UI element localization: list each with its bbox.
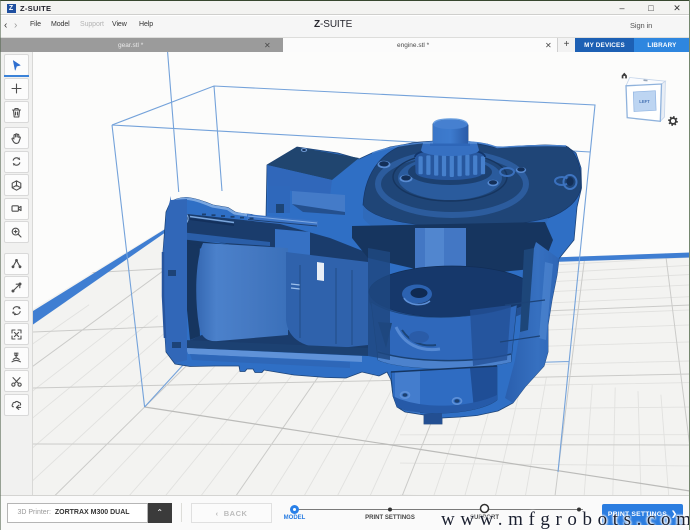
svg-text:LEFT: LEFT [639, 99, 650, 104]
